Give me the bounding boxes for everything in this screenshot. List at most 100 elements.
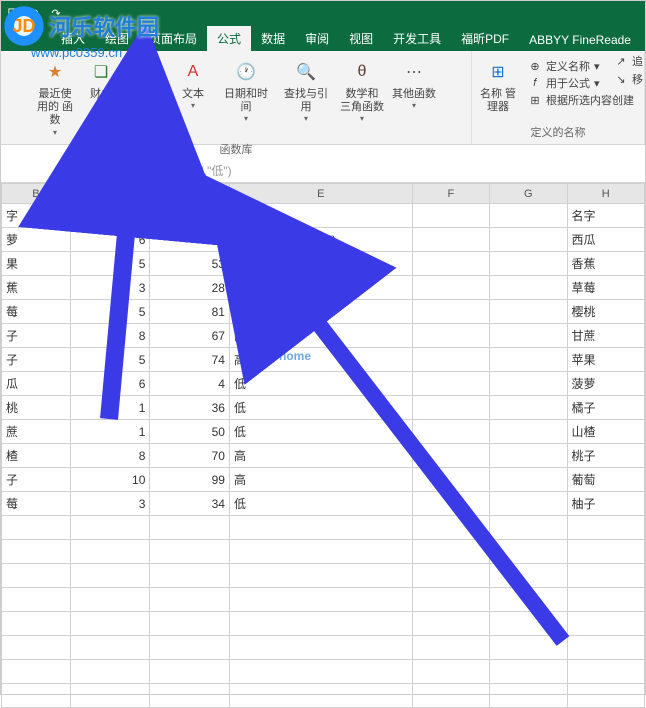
cell[interactable]: 74 bbox=[150, 348, 230, 372]
math-button[interactable]: θ数学和 三角函数▾ bbox=[337, 56, 387, 125]
undo-icon[interactable]: ↶ bbox=[27, 6, 41, 20]
cell[interactable]: 苹果 bbox=[567, 348, 644, 372]
cell[interactable]: 果 bbox=[2, 252, 71, 276]
cell[interactable] bbox=[412, 396, 489, 420]
cell[interactable] bbox=[412, 324, 489, 348]
tab-abbyy[interactable]: ABBYY FineReade bbox=[519, 29, 641, 51]
cell[interactable] bbox=[490, 204, 567, 228]
cell[interactable] bbox=[567, 612, 644, 636]
tab-draw[interactable]: 绘图 bbox=[95, 26, 139, 51]
table-row[interactable] bbox=[2, 540, 645, 564]
cell[interactable]: 甘蔗 bbox=[567, 324, 644, 348]
cell[interactable]: 8 bbox=[70, 444, 150, 468]
cell[interactable] bbox=[490, 228, 567, 252]
remove-button[interactable]: ↘移 bbox=[614, 71, 643, 87]
cell[interactable]: 低 bbox=[229, 372, 412, 396]
cell[interactable]: 名字 bbox=[567, 204, 644, 228]
cell[interactable] bbox=[412, 204, 489, 228]
redo-icon[interactable]: ↷ bbox=[49, 6, 63, 20]
cell[interactable] bbox=[412, 612, 489, 636]
cell[interactable] bbox=[70, 636, 150, 660]
fx-icon[interactable]: fx bbox=[105, 165, 122, 177]
cell[interactable]: 6 bbox=[70, 372, 150, 396]
cell[interactable]: 重量 bbox=[150, 204, 230, 228]
cancel-formula-icon[interactable]: ✕ bbox=[61, 160, 83, 182]
cell[interactable] bbox=[490, 276, 567, 300]
cell[interactable] bbox=[490, 612, 567, 636]
datetime-button[interactable]: 🕐日期和时间▾ bbox=[217, 56, 275, 125]
cell[interactable]: 莓 bbox=[2, 492, 71, 516]
cell[interactable]: 61 bbox=[150, 228, 230, 252]
table-row[interactable]: 蕉328低草莓 bbox=[2, 276, 645, 300]
cell[interactable] bbox=[150, 660, 230, 684]
cell[interactable]: 低 bbox=[229, 492, 412, 516]
cell[interactable] bbox=[70, 540, 150, 564]
cell[interactable]: 高 bbox=[229, 300, 412, 324]
table-row[interactable]: 子867高甘蔗 bbox=[2, 324, 645, 348]
table-row[interactable] bbox=[2, 636, 645, 660]
formula-input[interactable]: IF(D2>50,"高","低") bbox=[122, 162, 645, 179]
table-row[interactable] bbox=[2, 684, 645, 708]
cell[interactable] bbox=[490, 396, 567, 420]
column-header[interactable]: E bbox=[229, 184, 412, 204]
cell[interactable]: 36 bbox=[150, 396, 230, 420]
table-row[interactable]: 莓334低柚子 bbox=[2, 492, 645, 516]
cell[interactable] bbox=[229, 540, 412, 564]
cell[interactable]: 6 bbox=[70, 228, 150, 252]
cell[interactable]: 桃 bbox=[2, 396, 71, 420]
cell[interactable] bbox=[150, 612, 230, 636]
table-row[interactable]: 蔗150低山楂 bbox=[2, 420, 645, 444]
cell[interactable]: 28 bbox=[150, 276, 230, 300]
table-row[interactable]: 萝661IF(D2>50,"高","低")西瓜 bbox=[2, 228, 645, 252]
cell[interactable] bbox=[412, 228, 489, 252]
cell[interactable] bbox=[567, 684, 644, 708]
cell[interactable] bbox=[70, 684, 150, 708]
cell[interactable] bbox=[229, 660, 412, 684]
column-header[interactable]: D bbox=[150, 184, 230, 204]
cell[interactable]: 高 bbox=[229, 348, 412, 372]
cell[interactable]: 橘子 bbox=[567, 396, 644, 420]
cell[interactable] bbox=[412, 588, 489, 612]
cell[interactable] bbox=[2, 612, 71, 636]
cell[interactable] bbox=[2, 636, 71, 660]
spreadsheet-grid[interactable]: B C D E F G H 字价格重量大于50名字萝661IF(D2>50,"高… bbox=[1, 183, 645, 708]
cell[interactable] bbox=[490, 564, 567, 588]
table-row[interactable]: 字价格重量大于50名字 bbox=[2, 204, 645, 228]
cell[interactable]: 81 bbox=[150, 300, 230, 324]
cell[interactable] bbox=[490, 588, 567, 612]
table-row[interactable] bbox=[2, 660, 645, 684]
cell[interactable] bbox=[150, 516, 230, 540]
cell[interactable] bbox=[70, 612, 150, 636]
cell[interactable] bbox=[567, 540, 644, 564]
cell[interactable] bbox=[412, 516, 489, 540]
cell[interactable] bbox=[229, 588, 412, 612]
cell[interactable] bbox=[490, 660, 567, 684]
table-row[interactable]: 子574高苹果 bbox=[2, 348, 645, 372]
cell[interactable] bbox=[2, 660, 71, 684]
cell[interactable] bbox=[150, 684, 230, 708]
cell[interactable] bbox=[412, 660, 489, 684]
cell[interactable] bbox=[150, 588, 230, 612]
name-box[interactable] bbox=[1, 160, 61, 182]
column-header[interactable]: G bbox=[490, 184, 567, 204]
cell[interactable] bbox=[412, 348, 489, 372]
other-functions-button[interactable]: ⋯其他函数▾ bbox=[389, 56, 439, 112]
save-icon[interactable]: 日 bbox=[5, 6, 19, 20]
logic-button[interactable]: ?逻辑▾ bbox=[125, 56, 169, 112]
cell[interactable]: 4 bbox=[150, 372, 230, 396]
column-header[interactable]: F bbox=[412, 184, 489, 204]
trace-button[interactable]: ↗追 bbox=[614, 53, 643, 69]
cell[interactable]: 葡萄 bbox=[567, 468, 644, 492]
table-row[interactable]: 瓜64低菠萝 bbox=[2, 372, 645, 396]
table-row[interactable] bbox=[2, 516, 645, 540]
cell[interactable] bbox=[490, 684, 567, 708]
cell[interactable] bbox=[70, 516, 150, 540]
cell[interactable]: 高 bbox=[229, 252, 412, 276]
cell[interactable] bbox=[490, 468, 567, 492]
cell[interactable]: IF(D2>50,"高","低") bbox=[229, 228, 412, 252]
name-manager-button[interactable]: ⊞名称 管理器 bbox=[476, 56, 520, 116]
tab-view[interactable]: 视图 bbox=[339, 26, 383, 51]
cell[interactable]: 莓 bbox=[2, 300, 71, 324]
cell[interactable] bbox=[567, 660, 644, 684]
cell[interactable] bbox=[567, 588, 644, 612]
